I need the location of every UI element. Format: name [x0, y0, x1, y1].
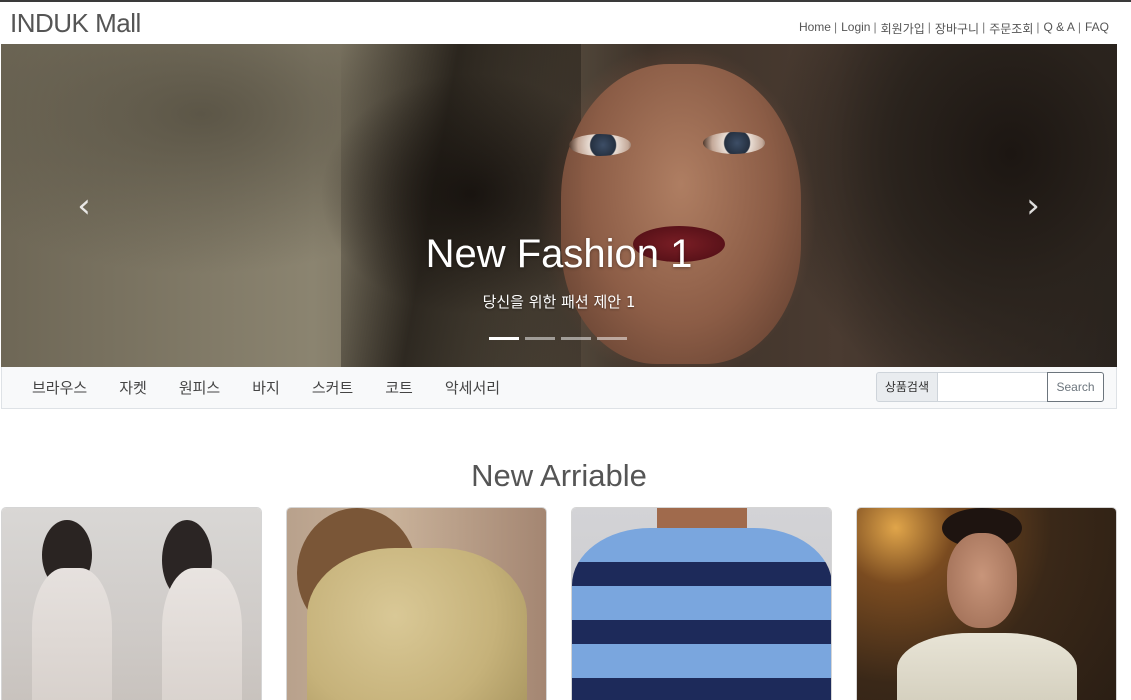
hero-image-eye	[569, 134, 631, 156]
category-pants[interactable]: 바지	[236, 377, 296, 398]
product-image-detail	[947, 533, 1017, 628]
category-blouse[interactable]: 브라우스	[16, 377, 103, 398]
util-link-faq[interactable]: FAQ	[1085, 20, 1109, 37]
carousel-indicators	[489, 337, 627, 340]
product-image[interactable]	[857, 508, 1116, 700]
separator: |	[982, 20, 986, 34]
hero-image-face	[561, 64, 801, 364]
hero-image-eye	[703, 132, 765, 154]
hero-image-hair	[341, 44, 581, 367]
product-image[interactable]	[572, 508, 831, 700]
product-card[interactable]	[856, 507, 1117, 700]
util-link-login[interactable]: Login	[841, 20, 870, 37]
separator: |	[873, 20, 877, 34]
category-skirt[interactable]: 스커트	[296, 377, 369, 398]
product-card[interactable]	[571, 507, 832, 700]
util-link-signup[interactable]: 회원가입	[881, 20, 925, 37]
carousel-indicator-1[interactable]	[489, 337, 519, 340]
separator: |	[927, 20, 931, 34]
separator: |	[1077, 20, 1081, 34]
utility-nav: Home | Login | 회원가입 | 장바구니 | 주문조회 | Q & A | FA…	[799, 20, 1109, 37]
search-input[interactable]	[938, 372, 1048, 402]
hero-carousel: ‹ › New Fashion 1 당신을 위한 패션 제안 1	[1, 44, 1117, 367]
carousel-indicator-4[interactable]	[597, 337, 627, 340]
product-image-detail	[307, 548, 527, 700]
brand-logo[interactable]: INDUK Mall	[10, 8, 141, 39]
util-link-qna[interactable]: Q & A	[1044, 20, 1075, 37]
category-jacket[interactable]: 자켓	[103, 377, 163, 398]
carousel-indicator-2[interactable]	[525, 337, 555, 340]
chevron-left-icon[interactable]: ‹	[69, 188, 99, 224]
product-image-detail	[162, 568, 242, 700]
product-image-detail	[32, 568, 112, 700]
category-navbar: 브라우스 자켓 원피스 바지 스커트 코트 악세서리 상품검색 Search	[1, 367, 1117, 409]
product-card[interactable]	[286, 507, 547, 700]
chevron-right-icon[interactable]: ›	[1018, 188, 1048, 224]
util-link-order-lookup[interactable]: 주문조회	[989, 20, 1033, 37]
carousel-subtitle: 당신을 위한 패션 제안 1	[482, 293, 636, 311]
category-coat[interactable]: 코트	[369, 377, 429, 398]
carousel-indicator-3[interactable]	[561, 337, 591, 340]
separator: |	[1036, 20, 1040, 34]
product-image[interactable]	[287, 508, 546, 700]
header: INDUK Mall Home | Login | 회원가입 | 장바구니 | 주문조회…	[0, 2, 1131, 44]
separator: |	[833, 20, 838, 34]
product-grid	[1, 507, 1117, 700]
section-title: New Arriable	[471, 458, 647, 493]
product-image-detail	[572, 528, 831, 700]
product-image-detail	[897, 633, 1077, 700]
util-link-cart[interactable]: 장바구니	[935, 20, 979, 37]
search-button[interactable]: Search	[1047, 372, 1104, 402]
product-search: 상품검색 Search	[875, 372, 1104, 402]
category-list: 브라우스 자켓 원피스 바지 스커트 코트 악세서리	[16, 367, 516, 407]
category-accessories[interactable]: 악세서리	[429, 377, 516, 398]
category-onepiece[interactable]: 원피스	[163, 377, 236, 398]
search-label: 상품검색	[875, 372, 938, 402]
util-link-home[interactable]: Home	[799, 20, 831, 37]
product-card[interactable]	[1, 507, 262, 700]
carousel-title: New Fashion 1	[425, 232, 693, 276]
product-image[interactable]	[2, 508, 261, 700]
